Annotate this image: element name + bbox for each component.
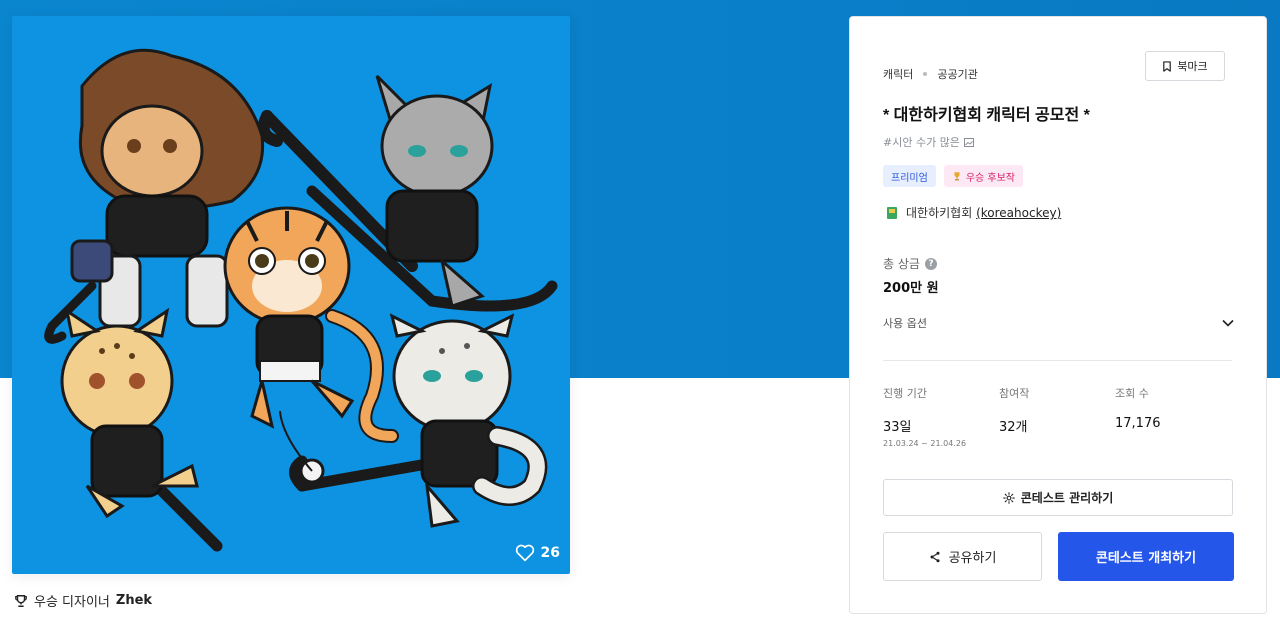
breadcrumb-separator [923,72,928,76]
stat-entries: 참여작 32개 [999,385,1115,448]
host-info[interactable]: 대한하키협회 (koreahockey) [887,204,1061,221]
period-dates: 21.03.24 ~ 21.04.26 [883,439,967,448]
winner-designer: 우승 디자이너 Zhek [14,591,152,610]
stat-views: 조회 수 17,176 [1115,385,1231,448]
winner-name[interactable]: Zhek [116,593,152,608]
bookmark-icon [1163,60,1172,72]
prize-label: 총 상금 [883,257,920,271]
breadcrumb-subcategory[interactable]: 공공기관 [937,66,977,82]
host-id-link[interactable]: (koreahockey) [976,206,1061,220]
trophy-icon [15,594,27,607]
usage-options-toggle[interactable]: 사용 옵션 [883,314,1234,332]
entries-value: 32개 [999,420,1028,435]
bookmark-button[interactable]: 북마크 [1145,51,1225,81]
views-label: 조회 수 [1115,387,1149,400]
trophy-icon [954,172,960,181]
mascot-illustration [44,48,558,552]
winning-artwork[interactable]: 26 [12,16,570,574]
badge-row: 프리미엄 우승 후보작 [883,165,1023,187]
entries-label: 참여작 [999,387,1030,400]
contest-tagline: #시안 수가 많은 [883,134,974,150]
host-logo-icon [887,206,897,219]
question-icon[interactable]: ? [924,257,937,270]
winner-candidate-badge: 우승 후보작 [943,165,1023,187]
usage-options-label: 사용 옵션 [883,317,927,330]
host-contest-button[interactable]: 콘테스트 개최하기 [1058,532,1234,581]
bookmark-label: 북마크 [1177,60,1208,73]
like-button[interactable]: 26 [515,544,560,562]
manage-contest-label: 콘테스트 관리하기 [1020,491,1114,505]
share-label: 공유하기 [948,551,997,566]
breadcrumb: 캐릭터 공공기관 [883,66,978,82]
host-name: 대한하키협회 [906,206,973,220]
winner-prefix: 우승 디자이너 [34,595,110,610]
premium-badge: 프리미엄 [883,165,936,187]
share-button[interactable]: 공유하기 [883,532,1042,581]
winner-candidate-label: 우승 후보작 [965,172,1015,184]
views-value: 17,176 [1115,416,1161,431]
image-icon [963,137,974,147]
chevron-down-icon [1222,319,1234,327]
tagline-text: #시안 수가 많은 [883,136,960,149]
breadcrumb-category[interactable]: 캐릭터 [883,66,913,82]
contest-stats: 진행 기간 33일 21.03.24 ~ 21.04.26 참여작 32개 조회… [883,385,1232,448]
contest-info-panel: 캐릭터 공공기관 북마크 * 대한하키협회 캐릭터 공모전 * #시안 수가 많… [849,16,1267,614]
prize-value: 200만 원 [883,281,939,296]
contest-title: * 대한하키협회 캐릭터 공모전 * [883,107,1090,124]
prize-label-row: 총 상금 ? [883,255,937,272]
stat-period: 진행 기간 33일 21.03.24 ~ 21.04.26 [883,385,999,448]
share-icon [930,551,940,562]
heart-icon [515,544,534,562]
gear-icon [1002,491,1015,504]
divider [883,360,1232,361]
period-value: 33일 [883,420,912,435]
period-label: 진행 기간 [883,387,927,400]
manage-contest-button[interactable]: 콘테스트 관리하기 [883,479,1233,516]
like-count: 26 [540,545,560,561]
